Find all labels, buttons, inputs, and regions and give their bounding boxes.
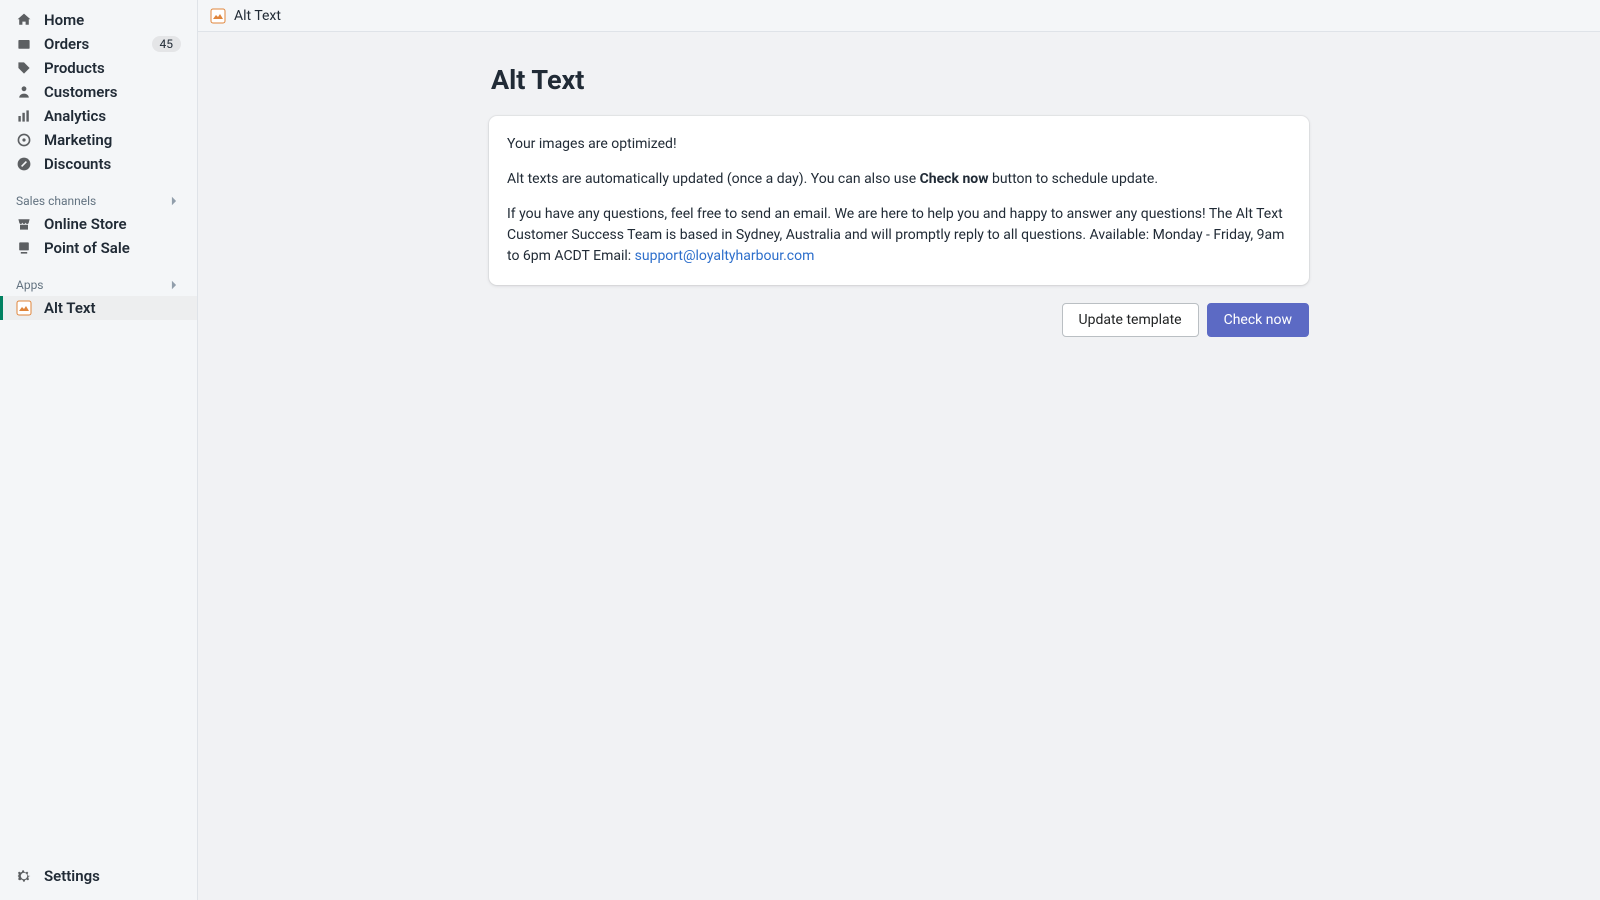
topbar-title: Alt Text xyxy=(234,8,281,24)
discounts-icon xyxy=(16,156,32,172)
alt-text-app-icon xyxy=(16,300,32,316)
products-icon xyxy=(16,60,32,76)
sidebar-item-point-of-sale[interactable]: Point of Sale xyxy=(0,236,197,260)
sidebar-item-label: Customers xyxy=(44,83,117,101)
sidebar-item-label: Analytics xyxy=(44,107,106,125)
support-email-link[interactable]: support@loyaltyharbour.com xyxy=(635,248,815,264)
analytics-icon xyxy=(16,108,32,124)
sidebar-item-label: Alt Text xyxy=(44,299,96,317)
card-text-support: If you have any questions, feel free to … xyxy=(507,204,1291,267)
card-text-schedule: Alt texts are automatically updated (onc… xyxy=(507,169,1291,190)
card-text-fragment: If you have any questions, feel free to … xyxy=(507,206,1284,264)
sidebar-item-label: Settings xyxy=(44,867,100,885)
card-text-optimized: Your images are optimized! xyxy=(507,134,1291,155)
sidebar-item-analytics[interactable]: Analytics xyxy=(0,104,197,128)
card-text-fragment: button to schedule update. xyxy=(988,171,1158,187)
sidebar-item-products[interactable]: Products xyxy=(0,56,197,80)
section-label: Sales channels xyxy=(16,194,96,208)
sidebar-item-label: Online Store xyxy=(44,215,127,233)
sidebar-item-marketing[interactable]: Marketing xyxy=(0,128,197,152)
sidebar-item-label: Discounts xyxy=(44,155,111,173)
sidebar: Home Orders 45 Products Customers Analyt… xyxy=(0,0,198,900)
gear-icon xyxy=(16,868,32,884)
page-title: Alt Text xyxy=(491,64,1309,96)
sidebar-section-sales-channels[interactable]: Sales channels xyxy=(0,186,197,212)
customers-icon xyxy=(16,84,32,100)
chevron-right-icon xyxy=(167,278,181,292)
card-text-bold: Check now xyxy=(920,171,989,187)
sidebar-item-label: Marketing xyxy=(44,131,112,149)
orders-icon xyxy=(16,36,32,52)
online-store-icon xyxy=(16,216,32,232)
orders-badge: 45 xyxy=(152,36,182,52)
sidebar-item-alt-text[interactable]: Alt Text xyxy=(0,296,197,320)
update-template-button[interactable]: Update template xyxy=(1062,303,1199,337)
sidebar-item-customers[interactable]: Customers xyxy=(0,80,197,104)
point-of-sale-icon xyxy=(16,240,32,256)
sidebar-item-home[interactable]: Home xyxy=(0,8,197,32)
sidebar-item-label: Home xyxy=(44,11,84,29)
home-icon xyxy=(16,12,32,28)
content: Alt Text Your images are optimized! Alt … xyxy=(198,32,1600,900)
sidebar-item-settings[interactable]: Settings xyxy=(0,864,197,888)
check-now-button[interactable]: Check now xyxy=(1207,303,1309,337)
sidebar-item-orders[interactable]: Orders 45 xyxy=(0,32,197,56)
card-text-fragment: Alt texts are automatically updated (onc… xyxy=(507,171,920,187)
marketing-icon xyxy=(16,132,32,148)
sidebar-item-online-store[interactable]: Online Store xyxy=(0,212,197,236)
sidebar-section-apps[interactable]: Apps xyxy=(0,270,197,296)
chevron-right-icon xyxy=(167,194,181,208)
sidebar-item-discounts[interactable]: Discounts xyxy=(0,152,197,176)
actions-row: Update template Check now xyxy=(489,303,1309,337)
sidebar-item-label: Point of Sale xyxy=(44,239,130,257)
alt-text-app-icon xyxy=(210,8,226,24)
section-label: Apps xyxy=(16,278,44,292)
sidebar-item-label: Products xyxy=(44,59,105,77)
topbar: Alt Text xyxy=(198,0,1600,32)
main: Alt Text Alt Text Your images are optimi… xyxy=(198,0,1600,900)
info-card: Your images are optimized! Alt texts are… xyxy=(489,116,1309,285)
sidebar-item-label: Orders xyxy=(44,35,89,53)
